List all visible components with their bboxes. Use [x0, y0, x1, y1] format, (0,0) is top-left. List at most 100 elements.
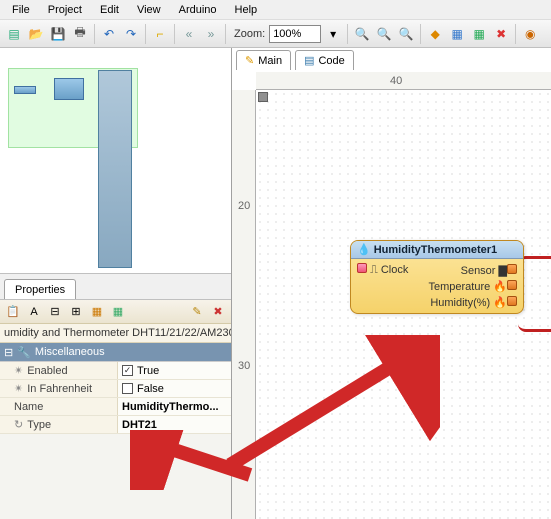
undo-button[interactable]: ↶ — [99, 24, 119, 44]
separator — [145, 24, 146, 44]
tab-main[interactable]: ✎Main — [236, 50, 291, 70]
prop-value: HumidityThermo... — [122, 401, 219, 413]
main-toolbar: ▤ 📂 💾 🖶 ↶ ↷ ⌐ « » Zoom: 100% ▾ 🔍 🔍 🔍 ◆ ▦… — [0, 20, 551, 48]
prop-name: Enabled — [27, 365, 67, 377]
menu-view[interactable]: View — [129, 2, 169, 18]
prop-value: True — [137, 365, 159, 377]
property-row-type[interactable]: ↻Type DHT21 — [0, 416, 231, 434]
property-row-enabled[interactable]: ✴ Enabled ✓ True — [0, 362, 231, 380]
properties-object-title: umidity and Thermometer DHT11/21/22/AM23… — [0, 324, 231, 343]
menu-file[interactable]: File — [4, 2, 38, 18]
input-port[interactable] — [357, 263, 367, 273]
menu-edit[interactable]: Edit — [92, 2, 127, 18]
port-label: Clock — [381, 264, 409, 276]
zoom-label: Zoom: — [234, 28, 265, 40]
sensor-icon: ▇ — [499, 265, 507, 277]
categorize-button[interactable]: 📋 — [4, 303, 22, 321]
prop-delete-button[interactable]: ✖ — [209, 303, 227, 321]
collapse-button[interactable]: ⊞ — [67, 303, 85, 321]
prop-action-a[interactable]: ✎ — [188, 303, 206, 321]
ruler-tick: 20 — [238, 200, 250, 212]
design-canvas[interactable]: 💧 HumidityThermometer1 ⎍ Clock Sensor ▇ … — [256, 90, 551, 519]
pencil-icon: ✎ — [245, 54, 254, 67]
tool-d-button[interactable]: ◉ — [520, 24, 540, 44]
separator — [515, 24, 516, 44]
property-grid: ✴ Enabled ✓ True ✴ In Fahrenheit False Name… — [0, 361, 231, 434]
redo-button[interactable]: ↷ — [121, 24, 141, 44]
separator — [420, 24, 421, 44]
property-category[interactable]: ⊟ 🔧 Miscellaneous — [0, 343, 231, 361]
prop-value: False — [137, 383, 164, 395]
category-label: Miscellaneous — [35, 346, 105, 358]
menu-help[interactable]: Help — [227, 2, 266, 18]
tab-code[interactable]: ▤Code — [295, 50, 354, 70]
menu-bar: File Project Edit View Arduino Help — [0, 0, 551, 20]
humidity-thermometer-node[interactable]: 💧 HumidityThermometer1 ⎍ Clock Sensor ▇ … — [350, 240, 524, 314]
separator — [94, 24, 95, 44]
design-tabs: ✎Main ▤Code — [236, 50, 354, 70]
zoom-combobox[interactable]: 100% — [269, 25, 321, 43]
output-port[interactable] — [507, 280, 517, 290]
zoom-dropdown-button[interactable]: ▾ — [323, 24, 343, 44]
prop-tool-a[interactable]: ▦ — [88, 303, 106, 321]
pulse-icon: ⎍ — [370, 264, 378, 276]
alpha-button[interactable]: A — [25, 303, 43, 321]
expand-button[interactable]: ⊟ — [46, 303, 64, 321]
prop-icon: ↻ — [14, 418, 23, 431]
prop-icon: ✴ — [14, 382, 23, 395]
property-row-infahrenheit[interactable]: ✴ In Fahrenheit False — [0, 380, 231, 398]
vertical-ruler: 20 30 — [232, 90, 256, 519]
menu-arduino[interactable]: Arduino — [171, 2, 225, 18]
port-label: Temperature — [428, 281, 490, 293]
save-button[interactable]: 💾 — [48, 24, 68, 44]
left-pane: Properties 📋 A ⊟ ⊞ ▦ ▦ ✎ ✖ umidity and T… — [0, 48, 232, 519]
humidity-icon: 💧 — [357, 243, 371, 256]
delete-button[interactable]: ✖ — [491, 24, 511, 44]
prop-icon: ✴ — [14, 364, 23, 377]
output-port[interactable] — [507, 264, 517, 274]
prop-tool-b[interactable]: ▦ — [109, 303, 127, 321]
port-label: Humidity(%) — [430, 297, 490, 309]
properties-tab[interactable]: Properties — [4, 279, 76, 299]
zoom-fit-button[interactable]: 🔍 — [396, 24, 416, 44]
corner-button[interactable]: ⌐ — [150, 24, 170, 44]
tool-a-button[interactable]: ◆ — [425, 24, 445, 44]
origin-marker — [258, 92, 268, 102]
port-label: Sensor — [461, 265, 496, 277]
property-row-name[interactable]: Name HumidityThermo... — [0, 398, 231, 416]
tool-c-button[interactable]: ▦ — [469, 24, 489, 44]
code-icon: ▤ — [304, 54, 314, 67]
prop-name: In Fahrenheit — [27, 383, 92, 395]
horizontal-ruler: 40 — [256, 72, 551, 90]
output-port[interactable] — [507, 296, 517, 306]
overview-chip — [14, 86, 36, 94]
overview-chip — [98, 70, 132, 268]
menu-project[interactable]: Project — [40, 2, 90, 18]
nav-prev-button[interactable]: « — [179, 24, 199, 44]
overview-panel[interactable] — [0, 48, 231, 274]
tool-b-button[interactable]: ▦ — [447, 24, 467, 44]
ruler-tick: 40 — [390, 75, 402, 87]
separator — [347, 24, 348, 44]
workspace: Properties 📋 A ⊟ ⊞ ▦ ▦ ✎ ✖ umidity and T… — [0, 48, 551, 519]
properties-tabrow: Properties — [0, 274, 231, 300]
fire-icon: 🔥 — [493, 297, 507, 309]
checkbox-checked-icon[interactable]: ✓ — [122, 365, 133, 376]
nav-next-button[interactable]: » — [201, 24, 221, 44]
checkbox-unchecked-icon[interactable] — [122, 383, 133, 394]
node-title: 💧 HumidityThermometer1 — [351, 241, 523, 259]
new-button[interactable]: ▤ — [4, 24, 24, 44]
ruler-tick: 30 — [238, 360, 250, 372]
zoom-in-button[interactable]: 🔍 — [352, 24, 372, 44]
separator — [174, 24, 175, 44]
overview-chip — [54, 78, 84, 100]
fire-icon: 🔥 — [493, 281, 507, 293]
canvas-area: ✎Main ▤Code 40 20 30 💧 HumidityThermomet… — [232, 48, 551, 519]
prop-value: DHT21 — [122, 419, 157, 431]
print-button[interactable]: 🖶 — [70, 24, 90, 44]
open-button[interactable]: 📂 — [26, 24, 46, 44]
zoom-out-button[interactable]: 🔍 — [374, 24, 394, 44]
wrench-icon: 🔧 — [17, 346, 31, 359]
separator — [225, 24, 226, 44]
prop-name: Name — [14, 401, 43, 413]
